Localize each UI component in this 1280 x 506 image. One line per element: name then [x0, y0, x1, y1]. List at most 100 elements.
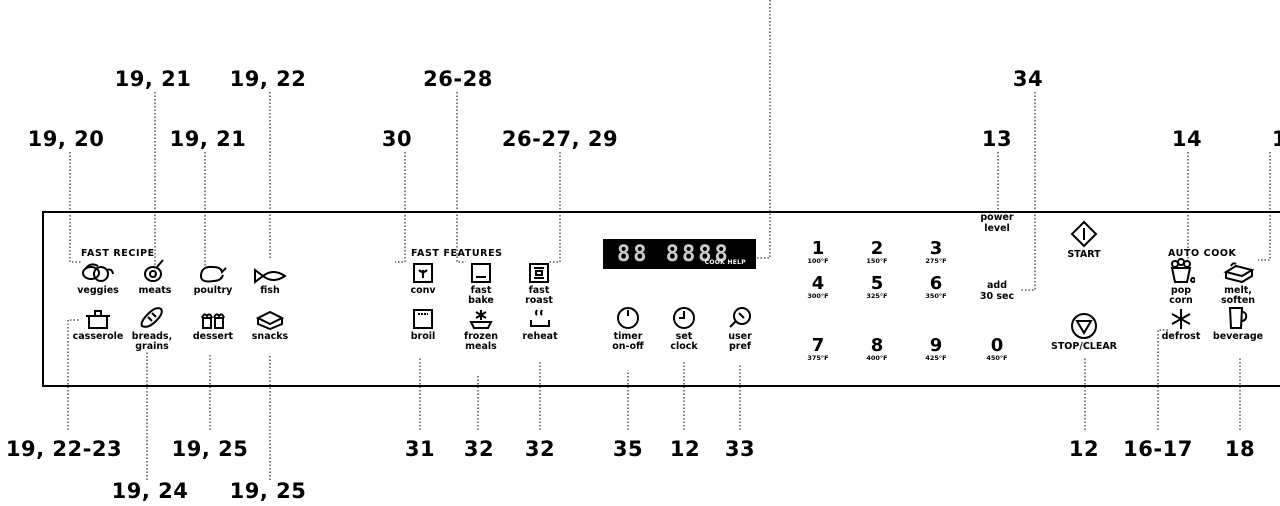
- beverage-label: beverage: [1212, 331, 1264, 342]
- callout-26-28: 26-28: [423, 67, 493, 91]
- number-key-temperature: 450°F: [986, 354, 1008, 362]
- callout-33: 33: [724, 437, 756, 461]
- convection-icon: [413, 263, 433, 283]
- number-key-temperature: 325°F: [866, 292, 888, 300]
- number-key-temperature: 100°F: [807, 257, 829, 265]
- number-key-digit: 2: [870, 238, 884, 259]
- casserole-icon: [86, 310, 110, 329]
- callout-19-24: 19, 24: [111, 479, 189, 503]
- clock-icon: [673, 307, 695, 329]
- fish-button[interactable]: fish: [235, 254, 305, 296]
- callout-19-21-b: 19, 21: [169, 127, 247, 151]
- number-key-3[interactable]: 3 275°F: [925, 238, 947, 266]
- start-icon: [1070, 220, 1098, 248]
- fish-label: fish: [260, 285, 280, 296]
- number-key-temperature: 350°F: [925, 292, 947, 300]
- callout-32-a: 32: [463, 437, 495, 461]
- callout-19-22-a: 19, 22: [229, 67, 307, 91]
- callout-19-22-23: 19, 22-23: [5, 437, 123, 461]
- melt-soften-button[interactable]: melt, soften: [1203, 254, 1273, 306]
- number-key-temperature: 375°F: [807, 354, 829, 362]
- callout-12-b: 12: [1068, 437, 1100, 461]
- melt-soften-label: melt, soften: [1220, 285, 1256, 306]
- poultry-icon: [200, 265, 227, 283]
- number-key-temperature: 400°F: [866, 354, 888, 362]
- number-key-5[interactable]: 5 325°F: [866, 273, 888, 301]
- number-key-temperature: 275°F: [925, 257, 947, 265]
- breads-grains-label: breads, grains: [131, 331, 173, 352]
- bake-icon: [471, 263, 491, 283]
- number-key-0[interactable]: 0 450°F: [986, 335, 1008, 363]
- callout-35: 35: [612, 437, 644, 461]
- cook-help-indicator: COOK HELP: [704, 259, 746, 266]
- callout-16-17: 16-17: [1123, 437, 1193, 461]
- reheat-icon: [530, 309, 550, 327]
- number-key-digit: 0: [990, 335, 1004, 356]
- number-key-digit: 1: [811, 238, 825, 259]
- callout-19-21-a: 19, 21: [114, 67, 192, 91]
- reheat-button[interactable]: reheat: [505, 306, 575, 342]
- callout-19-20: 19, 20: [27, 127, 105, 151]
- number-key-temperature: 300°F: [807, 292, 829, 300]
- add-30-sec-button[interactable]: add 30 sec: [980, 280, 1014, 302]
- number-key-digit: 4: [811, 273, 825, 294]
- stop-clear-button[interactable]: STOP/CLEAR: [1039, 312, 1129, 352]
- number-key-digit: 6: [929, 273, 943, 294]
- fast-roast-button[interactable]: fast roast: [504, 254, 574, 306]
- roast-icon: [529, 263, 549, 283]
- callout-31: 31: [404, 437, 436, 461]
- snowflake-icon: [1171, 309, 1191, 329]
- number-key-2[interactable]: 2 150°F: [866, 238, 888, 266]
- wrench-icon: [729, 307, 751, 328]
- number-key-digit: 3: [929, 238, 943, 259]
- butter-icon: [1223, 262, 1254, 284]
- number-key-temperature: 425°F: [925, 354, 947, 362]
- fast-roast-label: fast roast: [525, 285, 553, 306]
- callout-34: 34: [1012, 67, 1044, 91]
- bread-icon: [140, 307, 163, 328]
- number-key-digit: 5: [870, 273, 884, 294]
- callout-30: 30: [381, 127, 413, 151]
- beverage-button[interactable]: beverage: [1203, 306, 1273, 342]
- callout-26-27-29: 26-27, 29: [501, 127, 619, 151]
- snacks-icon: [255, 310, 285, 330]
- callout-14: 14: [1171, 127, 1203, 151]
- callout-12-a: 12: [669, 437, 701, 461]
- meats-icon: [144, 259, 164, 282]
- callout-18: 18: [1224, 437, 1256, 461]
- number-key-temperature: 150°F: [866, 257, 888, 265]
- stop-clear-label: STOP/CLEAR: [1050, 341, 1117, 352]
- mug-icon: [1228, 307, 1248, 329]
- popcorn-icon: [1170, 258, 1195, 283]
- veggies-icon: [82, 263, 114, 282]
- number-key-digit: 7: [811, 335, 825, 356]
- user-pref-button[interactable]: user pref: [705, 306, 775, 352]
- broil-icon: [413, 309, 433, 329]
- reheat-label: reheat: [522, 331, 558, 342]
- power-level-button[interactable]: power level: [980, 212, 1013, 234]
- lcd-display: 88 8888 COOK HELP: [603, 239, 756, 269]
- number-key-9[interactable]: 9 425°F: [925, 335, 947, 363]
- snacks-button[interactable]: snacks: [235, 306, 305, 342]
- start-button[interactable]: START: [1044, 220, 1124, 260]
- number-key-8[interactable]: 8 400°F: [866, 335, 888, 363]
- callout-15: 15: [1272, 127, 1280, 151]
- start-label: START: [1067, 249, 1101, 260]
- callout-19-25-a: 19, 25: [171, 437, 249, 461]
- dessert-icon: [201, 313, 225, 329]
- frozen-meals-icon: [469, 310, 493, 329]
- timer-icon: [617, 307, 639, 329]
- breads-grains-button[interactable]: breads, grains: [117, 306, 187, 352]
- number-key-1[interactable]: 1 100°F: [807, 238, 829, 266]
- number-key-6[interactable]: 6 350°F: [925, 273, 947, 301]
- stop-icon: [1071, 313, 1097, 339]
- number-key-4[interactable]: 4 300°F: [807, 273, 829, 301]
- callout-32-b: 32: [524, 437, 556, 461]
- fish-icon: [254, 268, 287, 284]
- snacks-label: snacks: [251, 331, 289, 342]
- number-key-digit: 8: [870, 335, 884, 356]
- callout-19-25-b: 19, 25: [229, 479, 307, 503]
- number-key-digit: 9: [929, 335, 943, 356]
- number-key-7[interactable]: 7 375°F: [807, 335, 829, 363]
- user-pref-label: user pref: [728, 331, 752, 352]
